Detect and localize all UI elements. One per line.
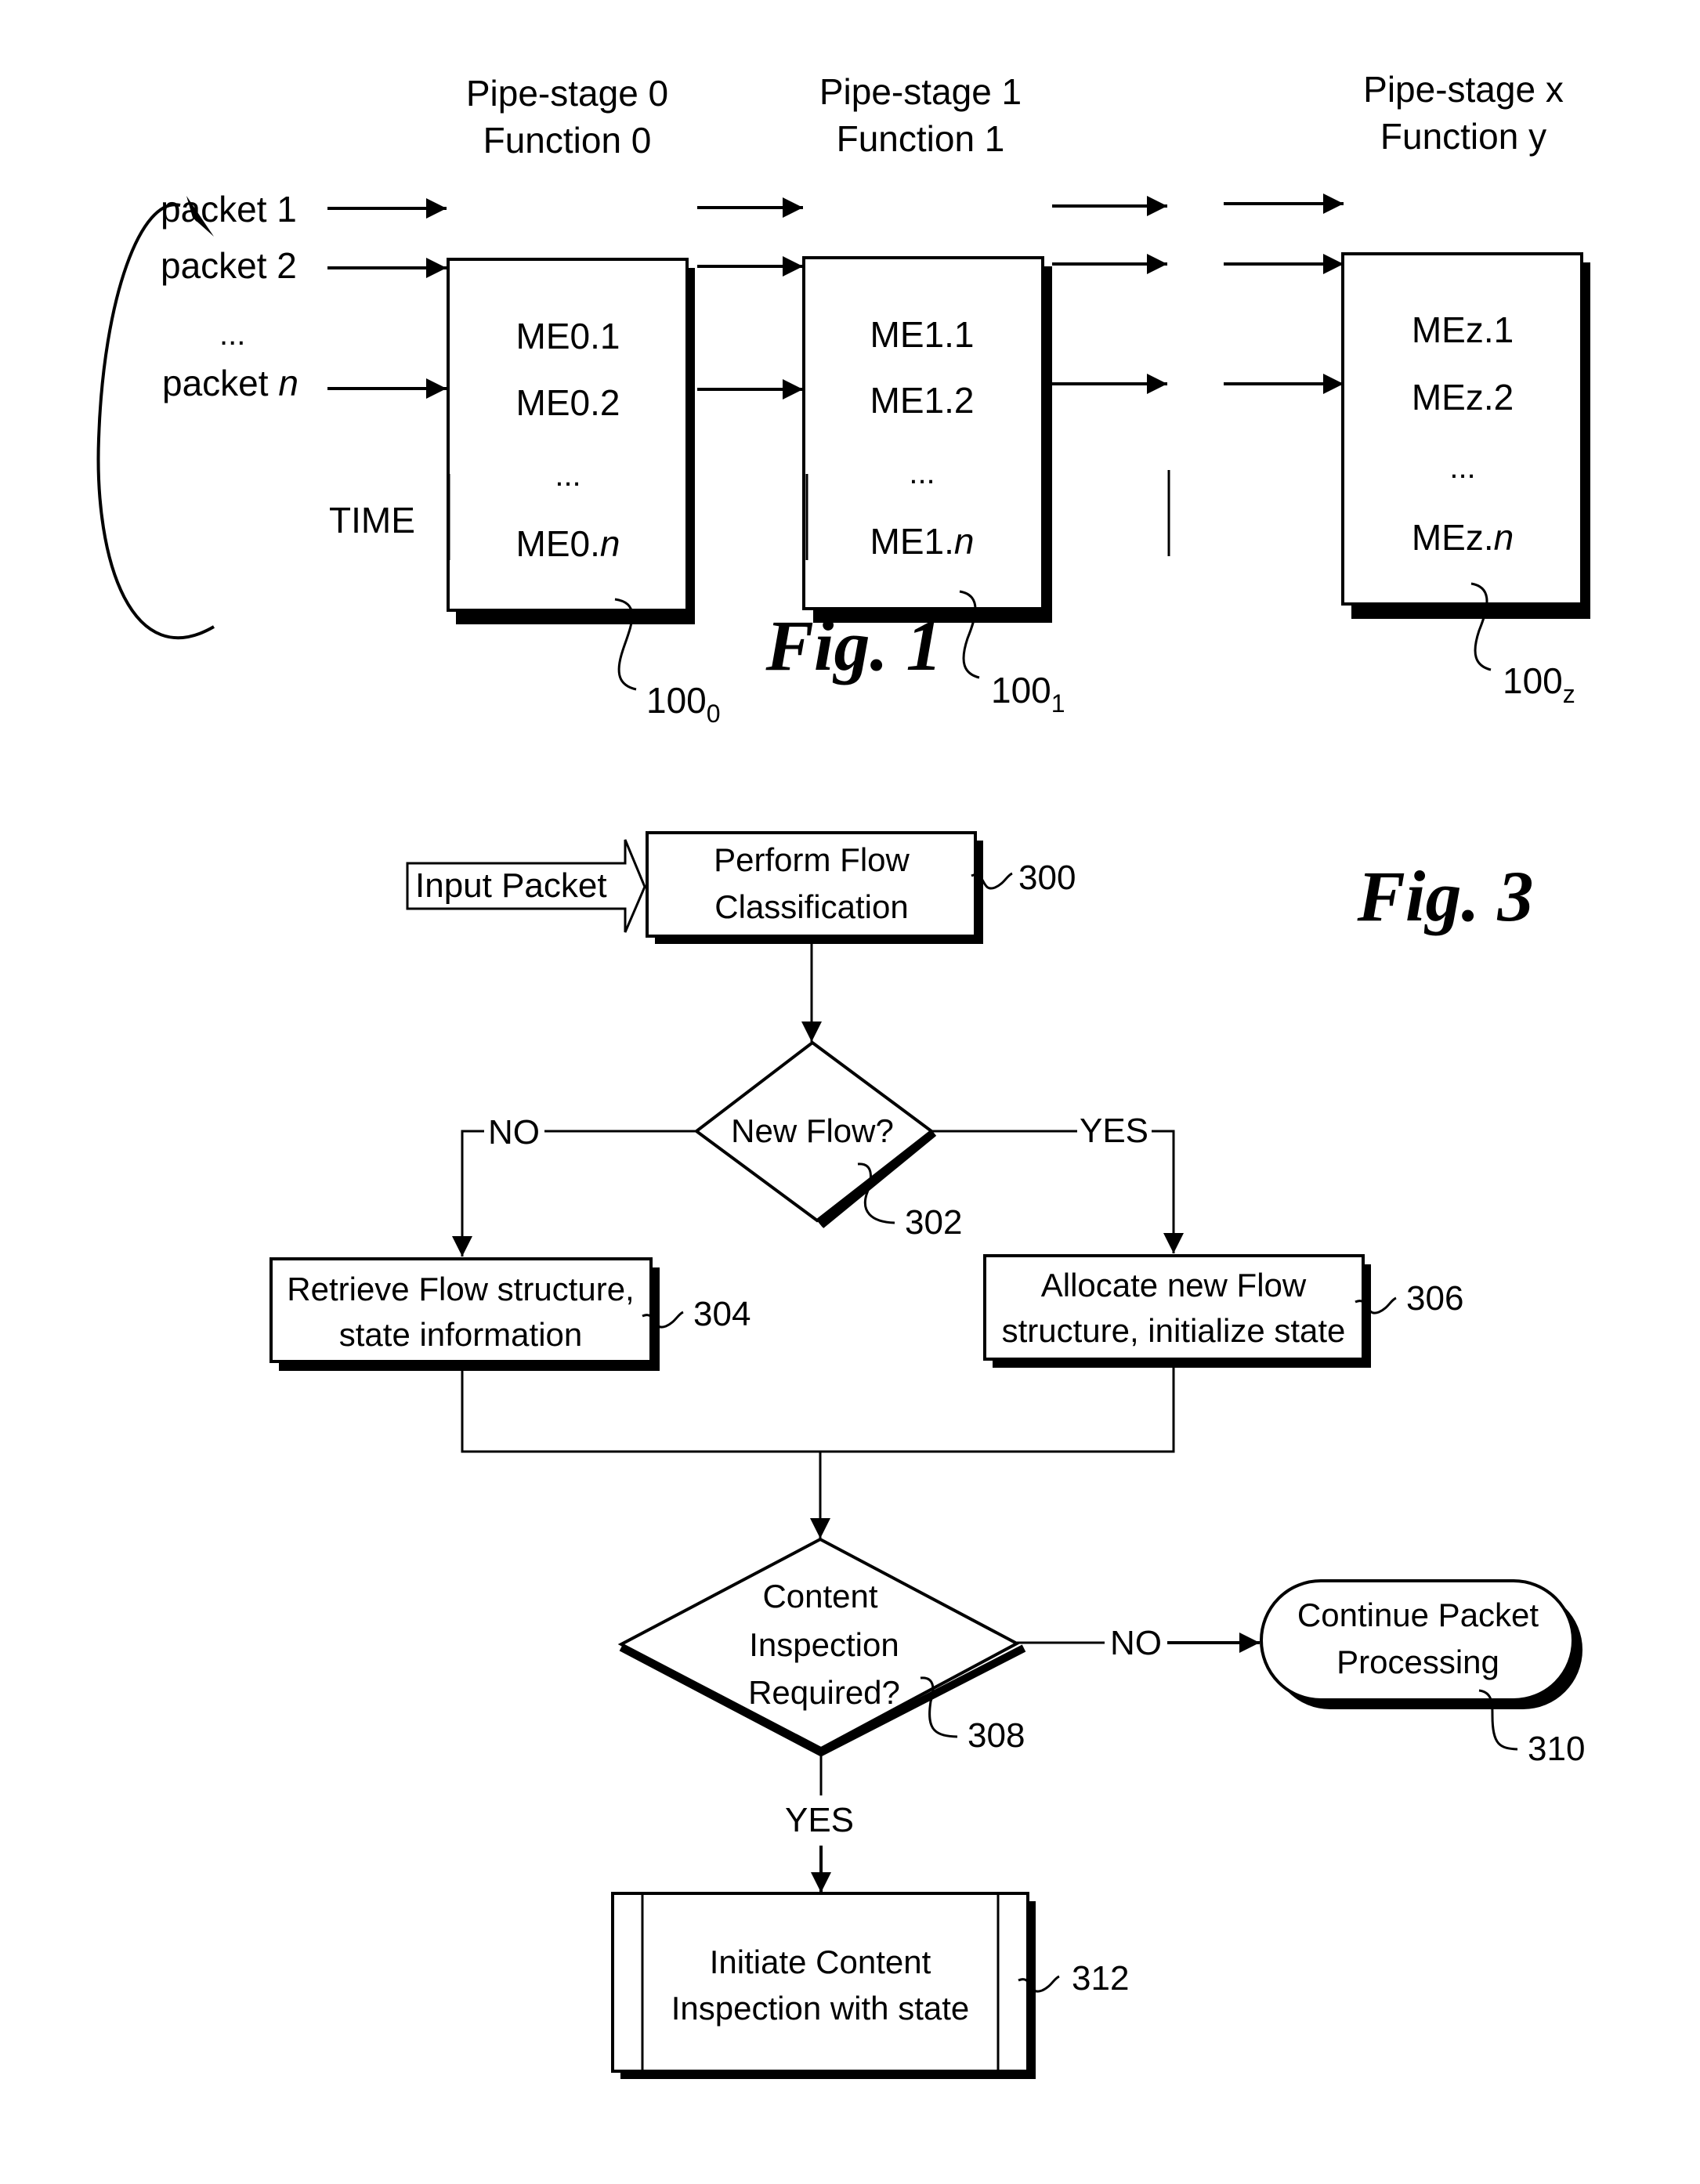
stage-0-item-2: ME0.2 xyxy=(516,382,620,423)
node-300-ref: 300 xyxy=(1018,859,1076,897)
edge-302-no-label: NO xyxy=(488,1113,540,1152)
node-306-ref: 306 xyxy=(1406,1279,1463,1318)
edge-302-yes-label: YES xyxy=(1080,1112,1148,1150)
stage-x-ref: 100z xyxy=(1503,660,1575,708)
stage-x-title: Pipe-stage x xyxy=(1363,69,1564,110)
packet-ellipsis: ... xyxy=(219,317,245,352)
stage-0-item-1: ME0.1 xyxy=(516,316,620,356)
figure-3-caption: Fig. 3 xyxy=(1357,856,1534,936)
node-310-line-2: Processing xyxy=(1336,1643,1499,1680)
stage-x-item-n: MEz.n xyxy=(1412,517,1514,558)
node-304-line-1: Retrieve Flow structure, xyxy=(287,1271,634,1307)
edge-302-no-path xyxy=(452,1130,484,1257)
node-302-ref: 302 xyxy=(905,1203,962,1242)
stage-x-item-2: MEz.2 xyxy=(1412,377,1514,418)
edge-302-yes-path xyxy=(1152,1130,1184,1253)
packet-n-label: packet n xyxy=(162,363,298,403)
edge-308-yes-label: YES xyxy=(785,1801,854,1839)
stage-0-item-n: ME0.n xyxy=(516,523,620,564)
time-label: TIME xyxy=(329,500,415,541)
node-306-line-2: structure, initialize state xyxy=(1002,1312,1346,1349)
stage-x-ellipsis: ... xyxy=(1449,450,1475,485)
stage-0-ellipsis: ... xyxy=(555,458,581,493)
stage-0-ref: 1000 xyxy=(646,680,721,728)
patent-drawing-sheet: packet 1 packet 2 ... packet n Pipe-stag… xyxy=(96,69,1590,2079)
node-312-line-1: Initiate Content xyxy=(710,1944,931,1980)
node-304-line-2: state information xyxy=(339,1316,583,1353)
stage-1-ref: 1001 xyxy=(991,670,1065,718)
node-310-line-1: Continue Packet xyxy=(1297,1596,1539,1633)
node-300-line-2: Classification xyxy=(714,888,908,925)
stage-1-item-2: ME1.2 xyxy=(870,380,975,421)
stage-1-item-1: ME1.1 xyxy=(870,314,975,355)
node-300-line-1: Perform Flow xyxy=(714,841,910,878)
packet-1-label: packet 1 xyxy=(161,189,297,230)
merge-line xyxy=(461,1359,1175,1453)
node-312-ref: 312 xyxy=(1072,1959,1129,1998)
node-306-line-1: Allocate new Flow xyxy=(1041,1267,1307,1304)
packet-2-label: packet 2 xyxy=(161,245,297,286)
stage-0-title: Pipe-stage 0 xyxy=(466,73,668,114)
node-304-ref: 304 xyxy=(693,1295,751,1333)
node-308-ref: 308 xyxy=(968,1716,1025,1755)
figure-1-caption: Fig. 1 xyxy=(765,606,942,685)
pipe-stage-0: Pipe-stage 0 Function 0 ME0.1 ME0.2 ... … xyxy=(447,73,721,728)
initiate-inspection-box xyxy=(611,1892,1029,2073)
node-310-ref: 310 xyxy=(1528,1730,1585,1768)
pipe-stage-x: Pipe-stage x Function y MEz.1 MEz.2 ... … xyxy=(1341,69,1590,708)
figure-3: Fig. 3 Input Packet Perform Flow Classif… xyxy=(269,831,1585,2079)
edge-308-no-label: NO xyxy=(1110,1624,1162,1662)
stage-x-item-1: MEz.1 xyxy=(1412,309,1514,350)
input-packet-label: Input Packet xyxy=(415,866,607,905)
node-308-line-2: Inspection xyxy=(749,1626,899,1663)
node-308-line-3: Required? xyxy=(748,1674,900,1711)
stage-0-function: Function 0 xyxy=(483,120,652,161)
stage-1-title: Pipe-stage 1 xyxy=(819,71,1022,112)
stage-1-item-n: ME1.n xyxy=(870,521,975,562)
stage-x-function: Function y xyxy=(1380,116,1546,157)
node-302-label: New Flow? xyxy=(731,1112,894,1149)
stage-1-function: Function 1 xyxy=(837,118,1005,159)
figure-1: packet 1 packet 2 ... packet n Pipe-stag… xyxy=(96,69,1590,728)
node-312-line-2: Inspection with state xyxy=(671,1990,970,2027)
stage-1-ellipsis: ... xyxy=(909,456,935,490)
node-308-line-1: Content xyxy=(762,1578,877,1614)
